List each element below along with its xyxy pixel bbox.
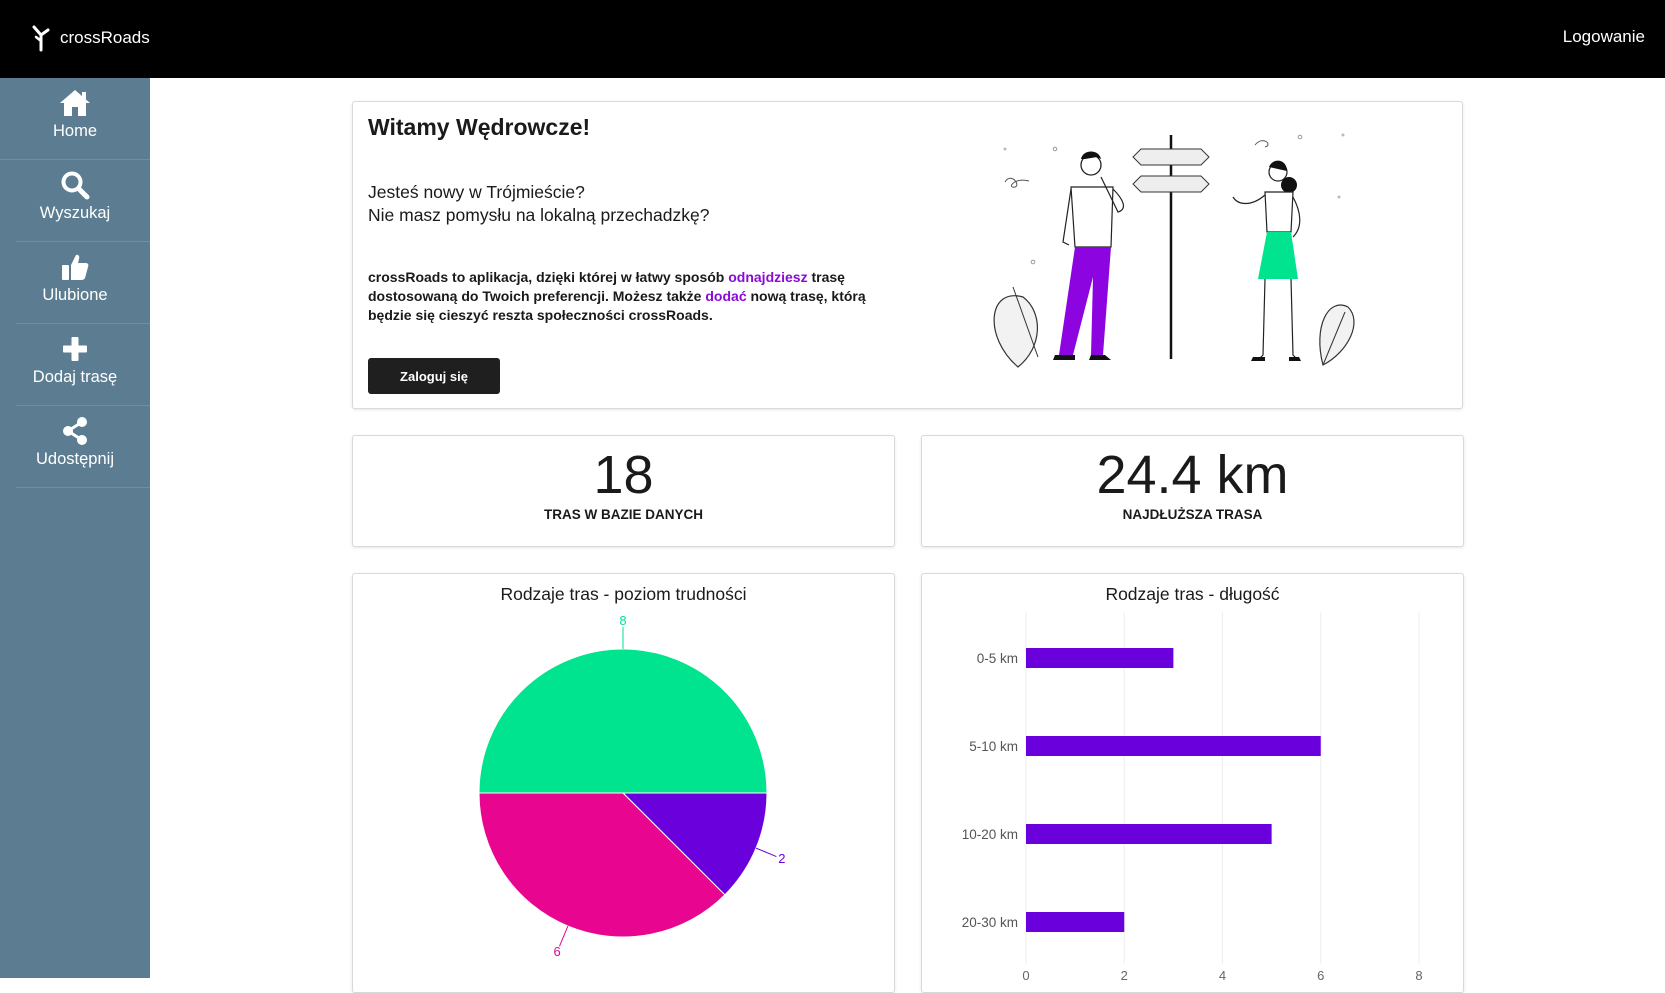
sidebar-item-add-route[interactable]: Dodaj trasę [16,324,150,406]
crossroads-logo-icon [32,25,50,52]
x-tick-label: 2 [1121,968,1128,983]
stat-caption: TRAS W BAZIE DANYCH [544,507,703,522]
home-icon [60,90,90,116]
length-chart-card: Rodzaje tras - długość 0 2 4 6 8 0-5 km 5-10 k… [921,573,1464,993]
x-tick-label: 4 [1219,968,1226,983]
sidebar-item-home[interactable]: Home [0,78,150,160]
sidebar-item-label: Home [52,122,97,140]
pie-data-label: 8 [619,613,626,628]
sidebar-item-label: Dodaj trasę [32,368,118,386]
x-tick-label: 6 [1317,968,1324,983]
desc-highlight-find: odnajdziesz [728,269,808,285]
desc-highlight-add: dodać [705,288,747,304]
bar [1026,736,1321,756]
sidebar-item-label: Ulubione [42,286,108,304]
welcome-question-1: Jesteś nowy w Trójmieście? [368,182,585,202]
x-tick-label: 8 [1415,968,1422,983]
stat-caption: NAJDŁUŻSZA TRASA [1122,507,1263,522]
category-label: 0-5 km [977,651,1018,666]
bar [1026,824,1272,844]
category-label: 5-10 km [969,739,1018,754]
stat-value: 18 [593,445,654,505]
stat-value: 24.4 km [1096,445,1289,505]
bar [1026,912,1125,932]
sidebar-item-search[interactable]: Wyszukaj [16,160,150,242]
crossroads-illustration [993,133,1355,368]
welcome-title: Witamy Wędrowcze! [368,114,591,140]
sidebar-item-favorites[interactable]: Ulubione [16,242,150,324]
sidebar-item-share[interactable]: Udostępnij [16,406,150,488]
welcome-question-2: Nie masz pomysłu na lokalną przechadzkę? [368,205,710,225]
sidebar-item-label: Wyszukaj [39,204,111,222]
welcome-card: Witamy Wędrowcze! Jesteś nowy w Trójmieś… [352,101,1463,409]
pie-data-label: 6 [554,944,561,959]
share-icon [63,417,87,445]
stat-card-routes-count: 18 TRAS W BAZIE DANYCH [352,435,895,547]
category-label: 20-30 km [962,915,1018,930]
difficulty-pie-chart: 8 2 6 [478,613,786,959]
pie-data-label: 2 [778,851,785,866]
x-tick-label: 0 [1022,968,1029,983]
stat-card-longest-route: 24.4 km NAJDŁUŻSZA TRASA [921,435,1464,547]
welcome-description: crossRoads to aplikacja, dzięki której w… [368,268,888,325]
sidebar: Home Wyszukaj Ulubione Dodaj trasę Udost… [0,78,150,978]
login-link[interactable]: Logowanie [1563,27,1645,47]
pie-slice [478,648,768,794]
pie-leader-line [755,847,777,857]
category-label: 10-20 km [962,827,1018,842]
search-icon [61,171,90,200]
thumbs-up-icon [62,254,89,280]
brand-name: crossRoads [60,28,150,47]
plus-icon [63,337,87,361]
login-button[interactable]: Zaloguj się [368,358,500,394]
sidebar-item-label: Udostępnij [36,450,114,468]
top-navbar: crossRoads Logowanie [0,0,1665,78]
difficulty-chart-card: Rodzaje tras - poziom trudności 826 [352,573,895,993]
bar [1026,648,1174,668]
desc-text: crossRoads to aplikacja, dzięki której w… [368,269,729,285]
length-bar-chart: 0 2 4 6 8 0-5 km 5-10 km 10-20 km 20-30 km [962,612,1423,983]
brand[interactable]: crossRoads [30,24,150,52]
